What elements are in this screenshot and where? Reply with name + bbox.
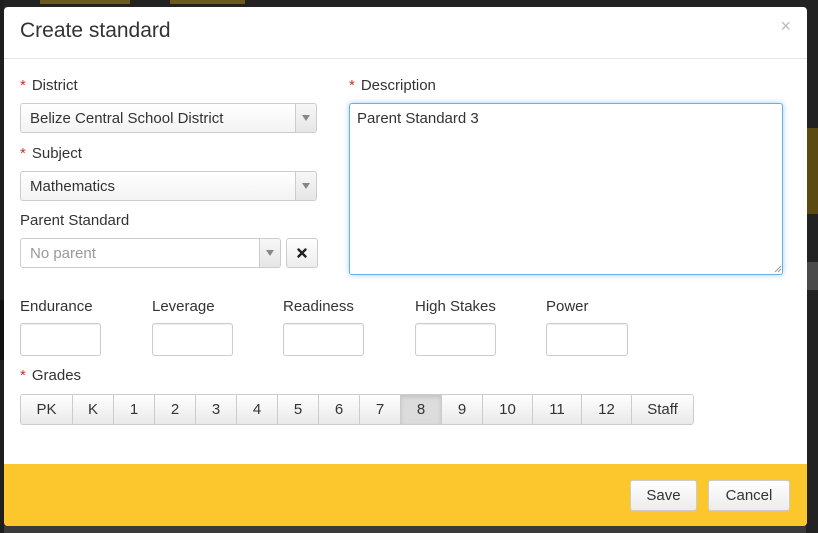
subject-label: * Subject bbox=[20, 145, 82, 162]
backdrop-top bbox=[0, 0, 818, 7]
chevron-down-icon bbox=[259, 239, 280, 267]
grade-button-staff[interactable]: Staff bbox=[632, 395, 693, 424]
clear-parent-button[interactable] bbox=[286, 238, 318, 268]
parent-standard-placeholder: No parent bbox=[30, 245, 96, 262]
grade-button-10[interactable]: 10 bbox=[483, 395, 533, 424]
grade-button-7[interactable]: 7 bbox=[360, 395, 401, 424]
cancel-button[interactable]: Cancel bbox=[708, 480, 790, 511]
endurance-label: Endurance bbox=[20, 298, 93, 315]
grade-button-pk[interactable]: PK bbox=[21, 395, 73, 424]
grades-button-group: PK K 1 2 3 4 5 6 7 8 9 10 11 12 Staff bbox=[20, 394, 694, 425]
parent-standard-label: Parent Standard bbox=[20, 212, 130, 229]
grade-button-9[interactable]: 9 bbox=[442, 395, 483, 424]
save-button[interactable]: Save bbox=[630, 480, 697, 511]
grade-button-k[interactable]: K bbox=[73, 395, 114, 424]
chevron-down-icon bbox=[295, 104, 316, 132]
close-icon[interactable]: × bbox=[780, 17, 791, 35]
grade-button-11[interactable]: 11 bbox=[533, 395, 582, 424]
district-value: Belize Central School District bbox=[30, 110, 224, 127]
description-textarea[interactable]: Parent Standard 3 bbox=[349, 103, 783, 275]
modal-header: Create standard × bbox=[4, 7, 807, 59]
grade-button-8[interactable]: 8 bbox=[401, 395, 442, 424]
grade-button-5[interactable]: 5 bbox=[278, 395, 319, 424]
grade-button-3[interactable]: 3 bbox=[196, 395, 237, 424]
high-stakes-input[interactable] bbox=[415, 323, 496, 356]
grade-button-2[interactable]: 2 bbox=[155, 395, 196, 424]
modal-title: Create standard bbox=[20, 19, 171, 42]
grade-button-4[interactable]: 4 bbox=[237, 395, 278, 424]
leverage-input[interactable] bbox=[152, 323, 233, 356]
clear-x-icon bbox=[297, 248, 307, 258]
subject-select[interactable]: Mathematics bbox=[20, 171, 317, 201]
readiness-label: Readiness bbox=[283, 298, 354, 315]
leverage-label: Leverage bbox=[152, 298, 215, 315]
required-mark: * bbox=[349, 77, 355, 94]
modal-footer: Save Cancel bbox=[4, 464, 807, 526]
grade-button-1[interactable]: 1 bbox=[114, 395, 155, 424]
power-input[interactable] bbox=[546, 323, 628, 356]
grade-button-12[interactable]: 12 bbox=[582, 395, 632, 424]
chevron-down-icon bbox=[295, 172, 316, 200]
required-mark: * bbox=[20, 77, 26, 94]
grades-label: * Grades bbox=[20, 367, 82, 384]
endurance-input[interactable] bbox=[20, 323, 101, 356]
resize-grip-icon[interactable] bbox=[774, 265, 782, 273]
required-mark: * bbox=[20, 367, 26, 384]
subject-value: Mathematics bbox=[30, 178, 116, 195]
required-mark: * bbox=[20, 145, 26, 162]
backdrop-right bbox=[806, 0, 818, 533]
description-label: * Description bbox=[349, 77, 436, 94]
grade-button-6[interactable]: 6 bbox=[319, 395, 360, 424]
high-stakes-label: High Stakes bbox=[415, 298, 496, 315]
parent-standard-select[interactable]: No parent bbox=[20, 238, 281, 268]
create-standard-modal: Create standard × * District Belize Centr… bbox=[4, 7, 807, 526]
power-label: Power bbox=[546, 298, 589, 315]
readiness-input[interactable] bbox=[283, 323, 364, 356]
district-label: * District bbox=[20, 77, 78, 94]
district-select[interactable]: Belize Central School District bbox=[20, 103, 317, 133]
